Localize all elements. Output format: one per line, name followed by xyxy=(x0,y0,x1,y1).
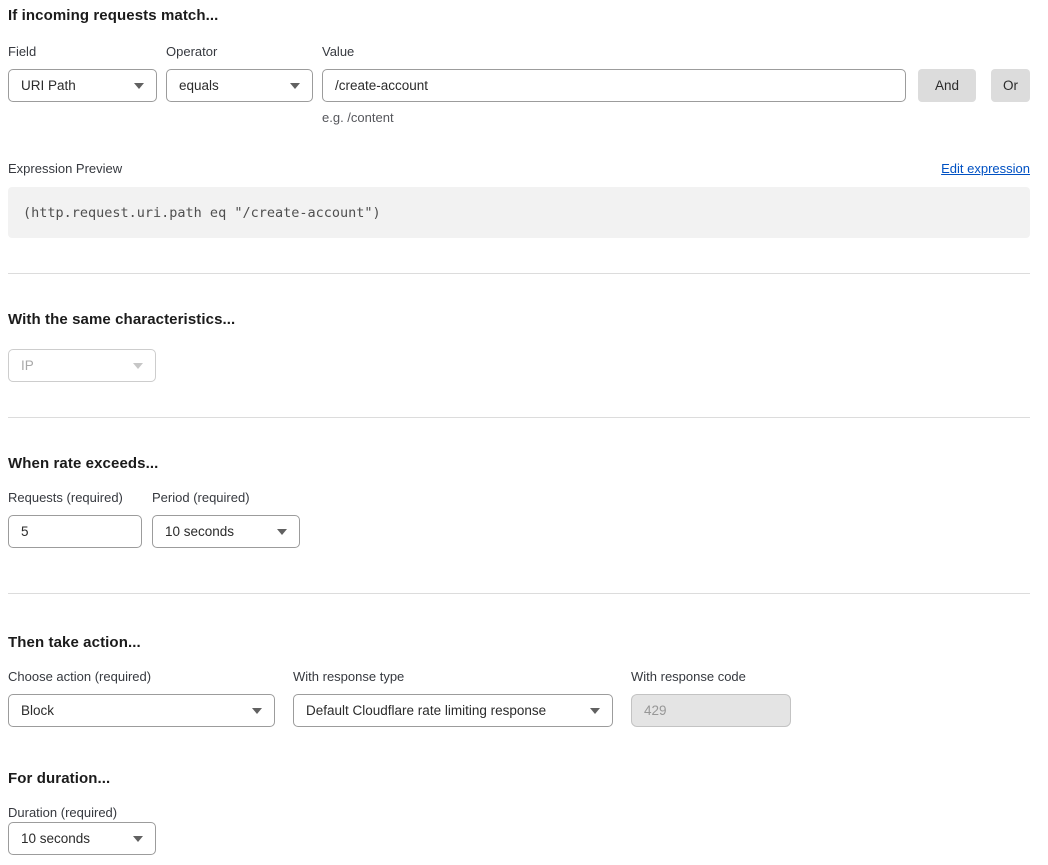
field-select[interactable]: URI Path xyxy=(8,69,157,102)
section-divider xyxy=(8,273,1030,274)
value-label: Value xyxy=(322,44,906,60)
section-title-characteristics: With the same characteristics... xyxy=(8,311,1030,328)
operator-column: Operator equals xyxy=(166,44,313,102)
requests-input[interactable] xyxy=(8,515,142,548)
characteristic-select-value: IP xyxy=(21,358,34,373)
chevron-down-icon xyxy=(133,363,143,369)
section-divider xyxy=(8,417,1030,418)
field-column: Field URI Path xyxy=(8,44,157,102)
requests-column: Requests (required) xyxy=(8,490,142,548)
choose-action-label: Choose action (required) xyxy=(8,669,275,685)
response-code-column: With response code xyxy=(631,669,791,727)
expression-preview-label: Expression Preview xyxy=(8,161,122,176)
action-select-value: Block xyxy=(21,703,54,718)
field-select-value: URI Path xyxy=(21,78,76,93)
response-code-label: With response code xyxy=(631,669,791,685)
operator-label: Operator xyxy=(166,44,313,60)
characteristic-select: IP xyxy=(8,349,156,382)
section-title-action: Then take action... xyxy=(8,634,1030,651)
section-same-characteristics: With the same characteristics... IP xyxy=(8,311,1030,382)
chevron-down-icon xyxy=(134,83,144,89)
choose-action-column: Choose action (required) Block xyxy=(8,669,275,727)
or-button[interactable]: Or xyxy=(991,69,1030,102)
response-type-select[interactable]: Default Cloudflare rate limiting respons… xyxy=(293,694,613,727)
value-helper-text: e.g. /content xyxy=(322,110,906,125)
section-rate-exceeds: When rate exceeds... Requests (required)… xyxy=(8,455,1030,548)
duration-select-value: 10 seconds xyxy=(21,831,90,846)
requests-label: Requests (required) xyxy=(8,490,142,506)
response-code-input xyxy=(631,694,791,727)
section-incoming-requests-match: If incoming requests match... Field URI … xyxy=(8,7,1030,238)
period-column: Period (required) 10 seconds xyxy=(152,490,300,548)
rate-controls-row: Requests (required) Period (required) 10… xyxy=(8,490,1030,548)
section-take-action: Then take action... Choose action (requi… xyxy=(8,634,1030,727)
chevron-down-icon xyxy=(290,83,300,89)
period-select-value: 10 seconds xyxy=(165,524,234,539)
period-label: Period (required) xyxy=(152,490,300,506)
field-label: Field xyxy=(8,44,157,60)
section-title-duration: For duration... xyxy=(8,770,1030,787)
action-select[interactable]: Block xyxy=(8,694,275,727)
value-input[interactable] xyxy=(322,69,906,102)
response-type-select-value: Default Cloudflare rate limiting respons… xyxy=(306,703,546,718)
section-divider xyxy=(8,593,1030,594)
expression-preview-header: Expression Preview Edit expression xyxy=(8,161,1030,176)
expression-preview-code: (http.request.uri.path eq "/create-accou… xyxy=(8,187,1030,238)
chevron-down-icon xyxy=(590,708,600,714)
response-type-label: With response type xyxy=(293,669,613,685)
section-title-rate: When rate exceeds... xyxy=(8,455,1030,472)
match-controls-row: Field URI Path Operator equals Value e.g… xyxy=(8,44,1030,125)
response-type-column: With response type Default Cloudflare ra… xyxy=(293,669,613,727)
chevron-down-icon xyxy=(133,836,143,842)
period-select[interactable]: 10 seconds xyxy=(152,515,300,548)
action-controls-row: Choose action (required) Block With resp… xyxy=(8,669,1030,727)
and-button[interactable]: And xyxy=(918,69,976,102)
expression-preview-block: Expression Preview Edit expression (http… xyxy=(8,161,1030,238)
duration-select[interactable]: 10 seconds xyxy=(8,822,156,855)
chevron-down-icon xyxy=(252,708,262,714)
value-column: Value e.g. /content xyxy=(322,44,906,125)
condition-buttons: And Or xyxy=(918,44,1030,102)
operator-select-value: equals xyxy=(179,78,219,93)
rate-limiting-rule-form: If incoming requests match... Field URI … xyxy=(0,0,1048,865)
operator-select[interactable]: equals xyxy=(166,69,313,102)
section-title-match: If incoming requests match... xyxy=(8,7,1030,24)
section-for-duration: For duration... Duration (required) 10 s… xyxy=(8,770,1030,855)
chevron-down-icon xyxy=(277,529,287,535)
duration-label: Duration (required) xyxy=(8,805,117,820)
edit-expression-link[interactable]: Edit expression xyxy=(941,161,1030,176)
